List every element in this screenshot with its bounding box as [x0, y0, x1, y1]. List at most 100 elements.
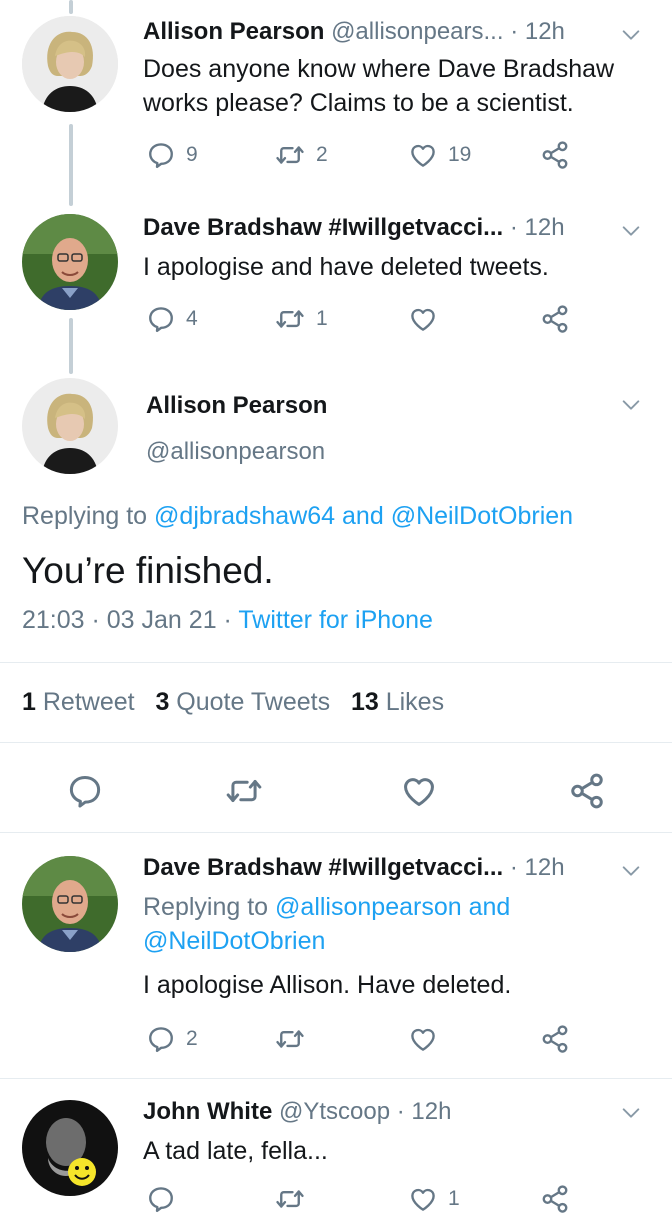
- like-count: 19: [448, 143, 472, 166]
- like-button[interactable]: 19: [408, 140, 471, 170]
- tweet-text-line: Does anyone know where Dave Bradshaw: [143, 55, 615, 83]
- share-icon: [540, 1024, 570, 1054]
- tweet-time[interactable]: · 12h: [510, 214, 565, 241]
- tweet-text: I apologise Allison. Have deleted.: [143, 971, 512, 999]
- retweet-button[interactable]: 1: [274, 304, 328, 334]
- divider: [0, 832, 672, 833]
- share-button[interactable]: [540, 1024, 570, 1054]
- chevron-down-icon[interactable]: [620, 860, 642, 882]
- replying-to-prefix: Replying to: [22, 502, 148, 530]
- tweet-header: Dave Bradshaw #Iwillgetvacci... · 12h: [143, 852, 565, 884]
- share-icon: [540, 1184, 570, 1214]
- like-button[interactable]: [408, 304, 438, 334]
- retweet-button[interactable]: [274, 1184, 306, 1214]
- like-icon: [408, 140, 438, 170]
- tweet-datetime: 21:03 · 03 Jan 21 ·: [22, 606, 232, 634]
- reply-count: 9: [186, 143, 198, 166]
- retweet-icon: [274, 304, 306, 334]
- avatar[interactable]: [22, 16, 118, 112]
- divider: [0, 1078, 672, 1079]
- replying-to: Replying to @allisonpearson and @NeilDot…: [143, 890, 510, 958]
- share-button[interactable]: [568, 772, 606, 810]
- chevron-down-icon[interactable]: [620, 24, 642, 46]
- tweet-dave-1[interactable]: Dave Bradshaw #Iwillgetvacci... · 12h I …: [0, 206, 672, 356]
- like-count: 1: [448, 1187, 460, 1210]
- share-icon: [568, 772, 606, 810]
- retweets-label: Retweet: [42, 688, 135, 716]
- avatar[interactable]: [22, 378, 118, 474]
- mention-link[interactable]: @djbradshaw64: [154, 502, 335, 530]
- reply-button[interactable]: 9: [146, 140, 198, 170]
- reply-icon: [66, 772, 104, 810]
- tweet-text: You’re finished.: [22, 550, 274, 591]
- tweet-time[interactable]: · 12h: [397, 1098, 452, 1125]
- quote-tweets-label: Quote Tweets: [176, 688, 331, 716]
- like-icon: [408, 304, 438, 334]
- avatar[interactable]: [22, 214, 118, 310]
- quote-tweets-stat[interactable]: 3 Quote Tweets: [155, 688, 337, 716]
- reply-button[interactable]: [66, 772, 104, 810]
- share-button[interactable]: [540, 304, 570, 334]
- author-name[interactable]: John White: [143, 1098, 272, 1125]
- replying-to-and: and: [468, 893, 511, 921]
- tweet-text: Does anyone know where Dave Bradshaw wor…: [143, 52, 614, 120]
- tweet-text: A tad late, fella...: [143, 1137, 328, 1165]
- tweet-text-line: works please? Claims to be a scientist.: [143, 89, 574, 117]
- reply-icon: [146, 304, 176, 334]
- share-button[interactable]: [540, 1184, 570, 1214]
- tweet-allison-1[interactable]: Allison Pearson @allisonpears... · 12h D…: [0, 10, 672, 200]
- reply-dave[interactable]: Dave Bradshaw #Iwillgetvacci... · 12h Re…: [0, 846, 672, 1066]
- focused-tweet: Allison Pearson @allisonpearson Replying…: [0, 374, 672, 824]
- like-button[interactable]: [408, 1024, 438, 1054]
- chevron-down-icon[interactable]: [620, 394, 642, 416]
- reply-icon: [146, 1024, 176, 1054]
- tweet-header: Allison Pearson @allisonpears... · 12h: [143, 16, 565, 48]
- reply-john[interactable]: John White @Ytscoop · 12h A tad late, fe…: [0, 1088, 672, 1200]
- tweet-time[interactable]: · 12h: [510, 18, 565, 45]
- share-icon: [540, 140, 570, 170]
- like-button[interactable]: 1: [408, 1184, 460, 1214]
- author-name[interactable]: Allison Pearson: [143, 18, 324, 45]
- avatar[interactable]: [22, 856, 118, 952]
- author-handle[interactable]: @allisonpearson: [146, 438, 325, 466]
- mention-link[interactable]: @NeilDotObrien: [143, 927, 325, 955]
- reply-button[interactable]: 2: [146, 1024, 198, 1054]
- likes-stat[interactable]: 13 Likes: [351, 688, 444, 716]
- mention-link[interactable]: @NeilDotObrien: [391, 502, 573, 530]
- retweet-button[interactable]: [274, 1024, 306, 1054]
- author-name[interactable]: Allison Pearson: [146, 392, 327, 420]
- reply-button[interactable]: [146, 1184, 176, 1214]
- likes-label: Likes: [385, 688, 445, 716]
- chevron-down-icon[interactable]: [620, 1102, 642, 1124]
- replying-to: Replying to @djbradshaw64 and @NeilDotOb…: [22, 502, 573, 531]
- avatar[interactable]: [22, 1100, 118, 1196]
- like-icon: [400, 772, 438, 810]
- share-button[interactable]: [540, 140, 570, 170]
- mention-link[interactable]: @allisonpearson: [275, 893, 462, 921]
- like-icon: [408, 1184, 438, 1214]
- chevron-down-icon[interactable]: [620, 220, 642, 242]
- author-handle[interactable]: @Ytscoop: [279, 1098, 390, 1125]
- author-handle[interactable]: @allisonpears...: [331, 18, 503, 45]
- retweet-button[interactable]: [224, 772, 264, 810]
- author-name[interactable]: Dave Bradshaw #Iwillgetvacci...: [143, 214, 503, 241]
- retweet-button[interactable]: 2: [274, 140, 328, 170]
- retweet-count: 2: [316, 143, 328, 166]
- like-icon: [408, 1024, 438, 1054]
- tweet-text: I apologise and have deleted tweets.: [143, 253, 549, 281]
- retweets-stat[interactable]: 1 Retweet: [22, 688, 142, 716]
- retweet-icon: [274, 1184, 306, 1214]
- retweet-count: 1: [316, 307, 328, 330]
- replying-to-prefix: Replying to: [143, 893, 269, 921]
- tweet-source[interactable]: Twitter for iPhone: [238, 606, 433, 634]
- retweet-icon: [274, 1024, 306, 1054]
- divider: [0, 662, 672, 663]
- quote-tweets-count: 3: [155, 688, 170, 716]
- reply-icon: [146, 140, 176, 170]
- author-name[interactable]: Dave Bradshaw #Iwillgetvacci...: [143, 854, 503, 881]
- like-button[interactable]: [400, 772, 438, 810]
- reply-button[interactable]: 4: [146, 304, 198, 334]
- tweet-header: John White @Ytscoop · 12h: [143, 1096, 451, 1128]
- tweet-time[interactable]: · 12h: [510, 854, 565, 881]
- retweet-icon: [224, 772, 264, 810]
